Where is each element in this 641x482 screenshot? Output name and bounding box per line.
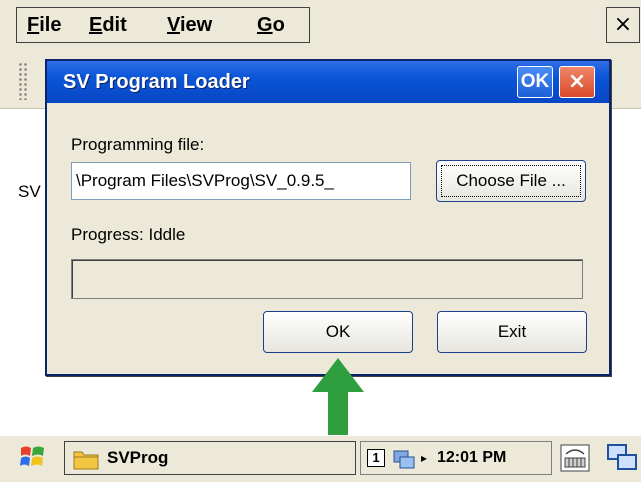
menu-file[interactable]: File [27,8,61,42]
menu-go[interactable]: Go [257,8,285,42]
toolbar-grip-icon[interactable] [18,62,28,100]
network-icon[interactable] [391,448,417,470]
exit-button[interactable]: Exit [437,311,587,353]
desktop-icon[interactable] [606,442,638,474]
menu-go-mnemonic: G [257,14,273,36]
program-loader-dialog: SV Program Loader OK × Programming file:… [45,59,611,376]
task-svprog-label: SVProg [107,448,169,467]
task-svprog-button[interactable]: SVProg [64,441,356,475]
menu-edit-mnemonic: E [89,14,103,36]
progress-status-text: Progress: Iddle [71,225,186,244]
menu-view-label: iew [179,14,213,36]
menu-view[interactable]: View [167,8,212,42]
menu-frame: File Edit View Go [16,7,310,43]
system-tray: 1 ▸ 12:01 PM [360,441,552,475]
menu-edit-label: dit [102,14,127,36]
input-indicator-icon[interactable]: 1 [367,449,385,467]
title-close-button[interactable]: × [559,66,595,98]
window-close-button[interactable]: × [606,7,640,43]
ok-button[interactable]: OK [263,311,413,353]
close-icon: × [613,12,633,37]
start-flag-icon[interactable] [18,442,48,472]
programming-file-label: Programming file: [71,135,205,154]
menu-view-mnemonic: V [167,14,180,36]
taskbar: SVProg 1 ▸ 12:01 PM [0,435,641,482]
clock[interactable]: 12:01 PM [437,442,506,474]
keyboard-icon[interactable] [560,444,590,472]
menu-go-label: o [272,14,285,36]
play-arrow-icon: ▸ [421,451,428,465]
choose-file-button[interactable]: Choose File ... [436,160,586,202]
dialog-title: SV Program Loader [63,71,250,93]
programming-file-input[interactable]: \Program Files\SVProg\SV_0.9.5_ [71,162,411,200]
menu-bar: File Edit View Go × [0,0,641,50]
green-arrow-annotation [312,358,364,438]
menu-file-label: ile [39,14,62,36]
close-icon: × [567,69,587,94]
dialog-titlebar[interactable]: SV Program Loader OK × [47,61,609,103]
background-text: SV [18,182,41,201]
menu-edit[interactable]: Edit [89,8,127,42]
folder-icon [73,451,99,470]
progress-bar [71,259,583,299]
title-ok-button[interactable]: OK [517,66,553,98]
focus-ring [441,165,581,197]
menu-file-mnemonic: F [27,14,40,36]
